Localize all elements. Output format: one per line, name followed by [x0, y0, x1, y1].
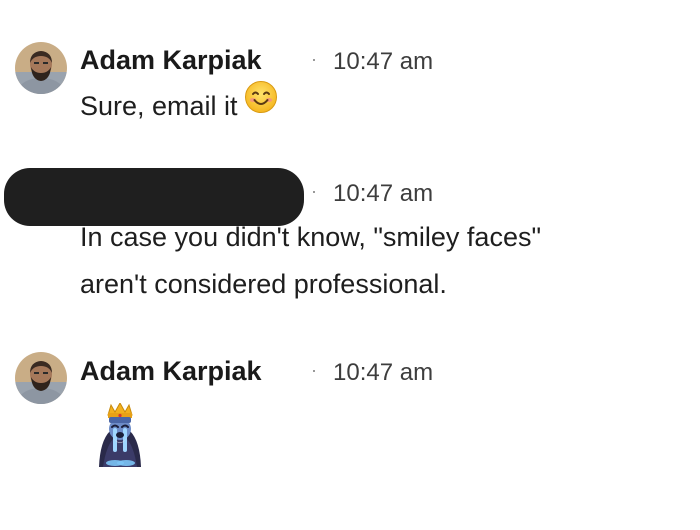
message-text: Sure, email it [80, 80, 278, 132]
separator-dot: · [311, 360, 317, 380]
separator-dot: · [311, 49, 317, 69]
message-line: In case you didn't know, "smiley faces" [80, 222, 542, 252]
author-name[interactable]: Adam Karpiak [80, 356, 262, 387]
message-thread: Adam Karpiak · 10:47 am Sure, email it ·… [0, 0, 700, 530]
message-text: In case you didn't know, "smiley faces" … [80, 214, 541, 308]
user-avatar-photo [15, 352, 67, 404]
avatar[interactable] [15, 352, 67, 404]
crowned-crying-king-emoji-icon [93, 401, 147, 474]
message-line: Sure, email it [80, 91, 238, 121]
user-avatar-photo [15, 42, 67, 94]
timestamp: 10:47 am [333, 359, 434, 386]
avatar[interactable] [15, 42, 67, 94]
timestamp: 10:47 am [333, 48, 434, 75]
smiling-face-emoji-icon [244, 80, 278, 129]
message-line: aren't considered professional. [80, 269, 447, 299]
timestamp: 10:47 am [333, 180, 434, 207]
author-name[interactable]: Adam Karpiak [80, 45, 262, 76]
separator-dot: · [311, 181, 317, 201]
